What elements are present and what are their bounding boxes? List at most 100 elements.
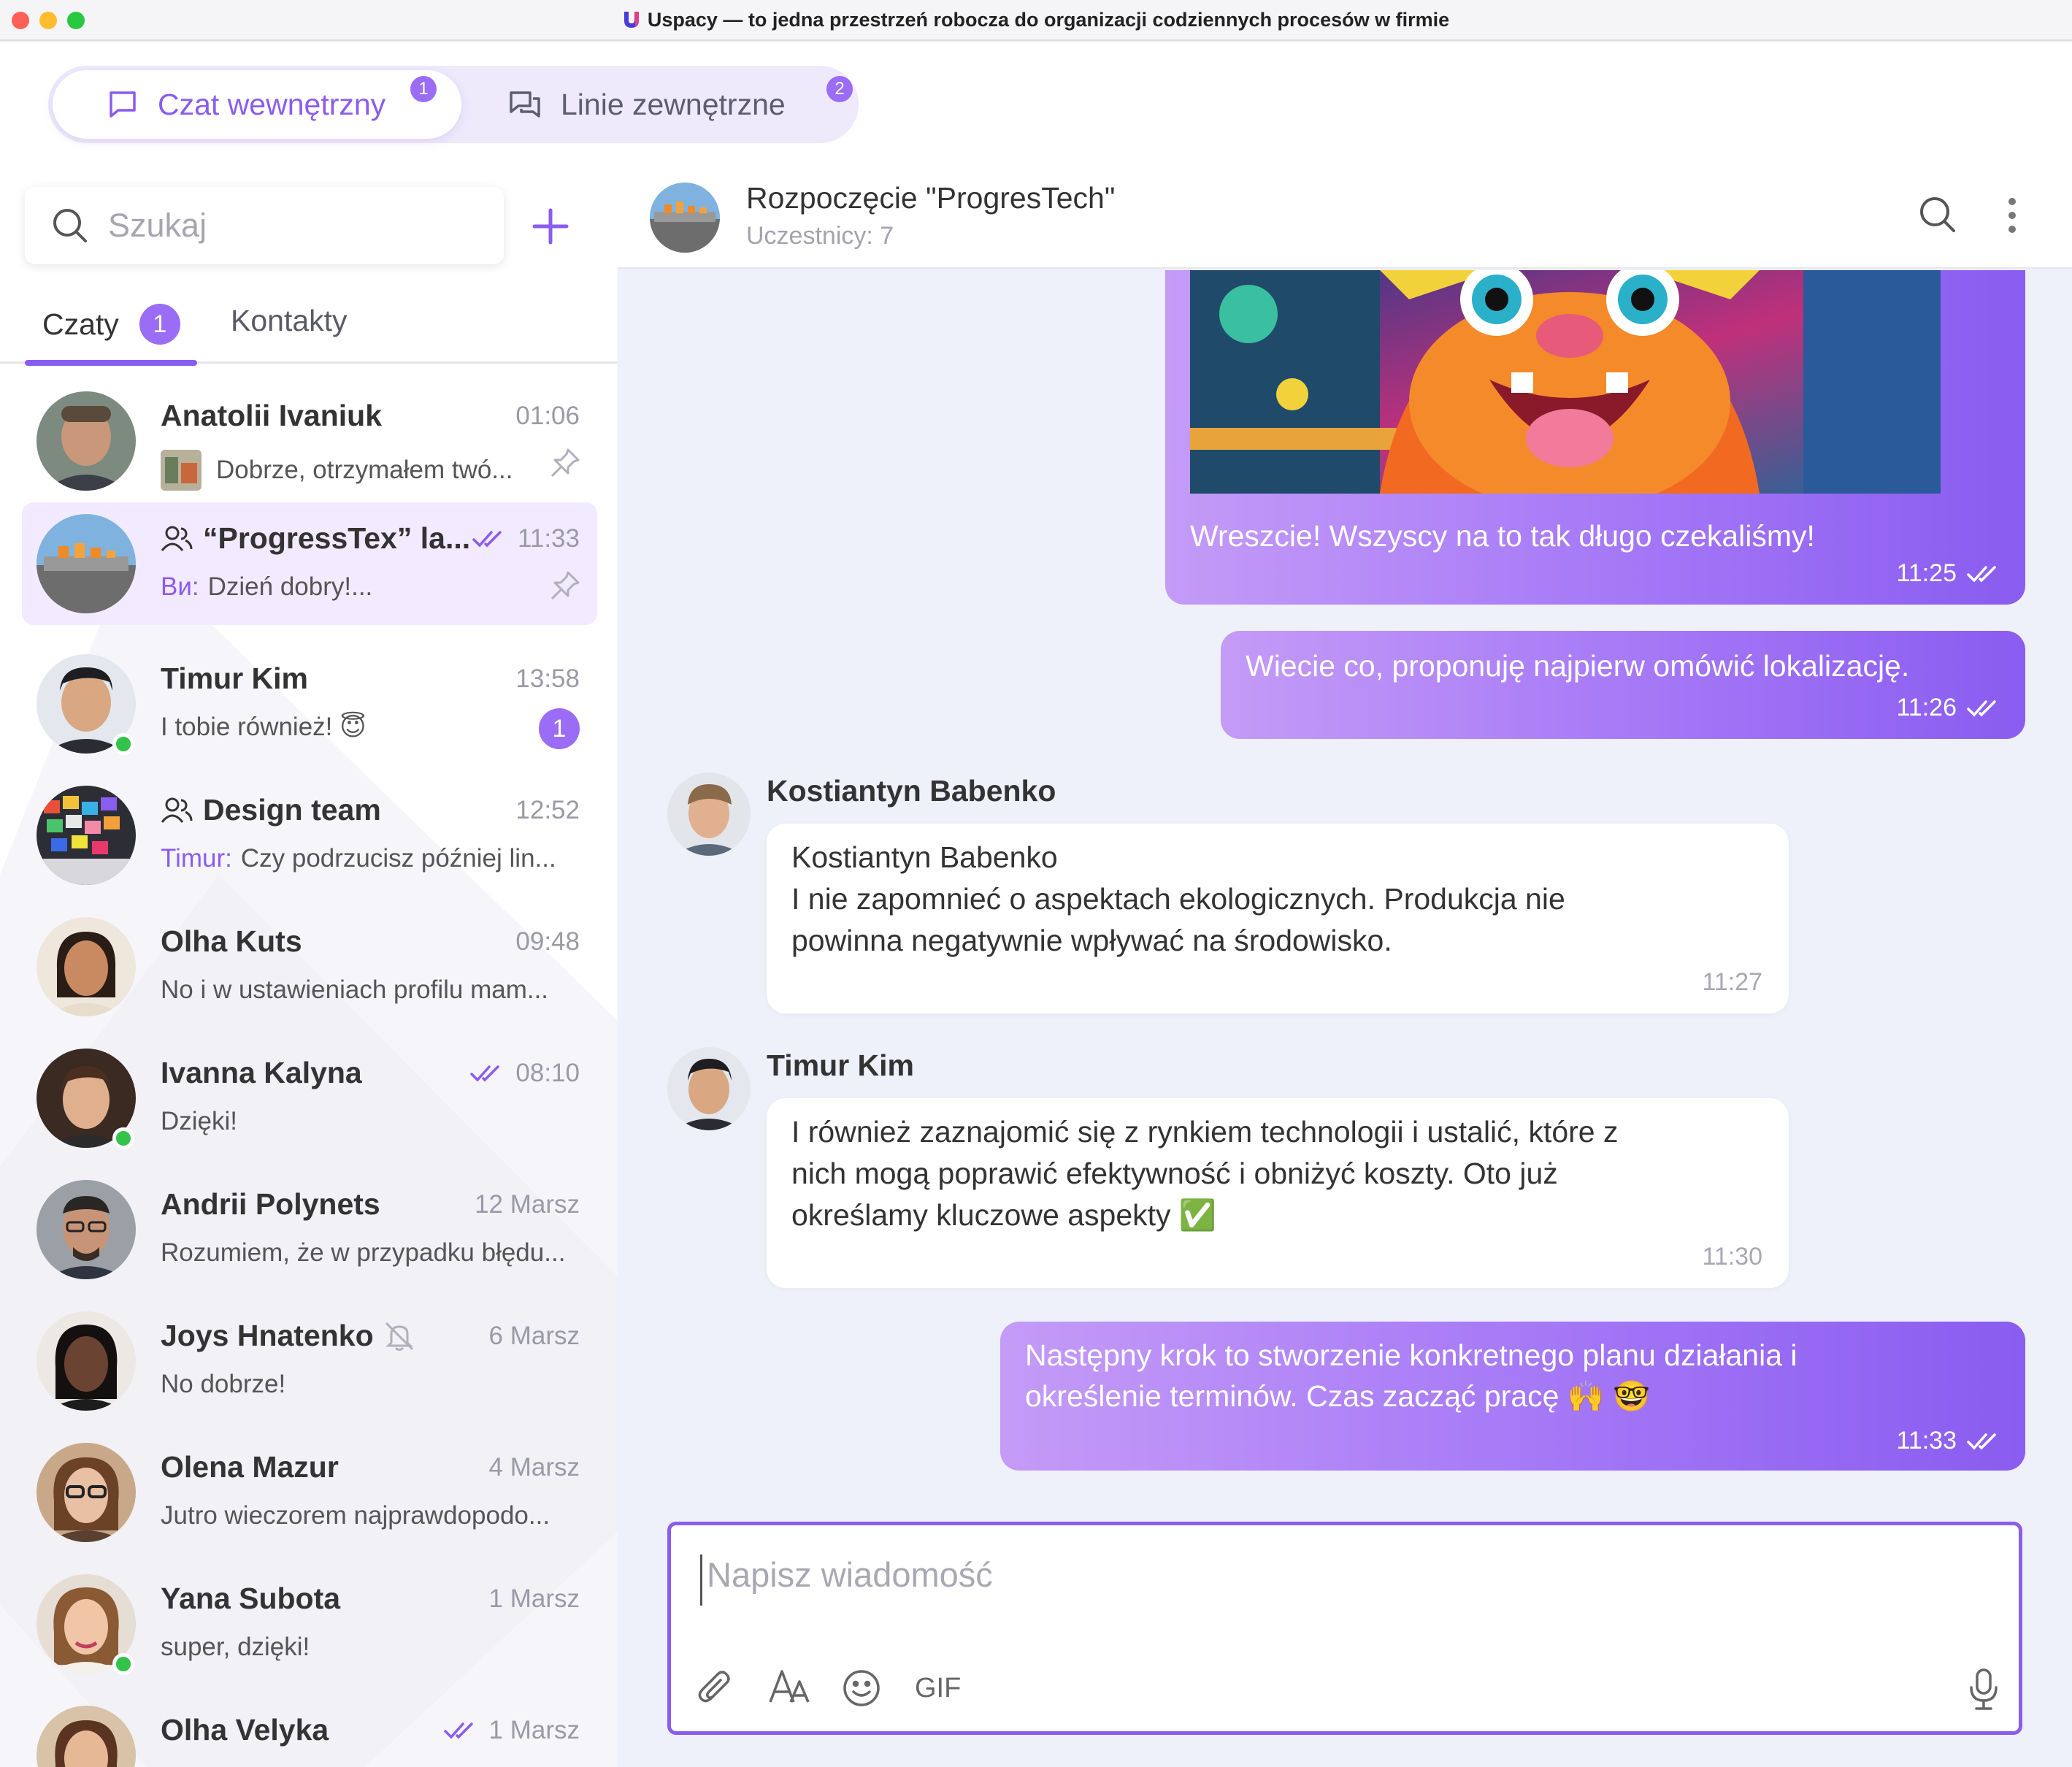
chat-list-item[interactable]: Design team 12:52 Timur: Czy podrzucisz … (22, 774, 597, 897)
sender-avatar[interactable] (667, 773, 751, 856)
tab-external-lines-label: Linie zewnętrzne (561, 87, 786, 121)
chat-name: Anatolii Ivaniuk (161, 399, 382, 432)
chat-preview-text: No i w ustawieniach profilu mam... (161, 976, 549, 1004)
search-input[interactable] (108, 207, 473, 245)
chat-list-item[interactable]: Olena Mazur 4 Marsz Jutro wieczorem najp… (22, 1431, 597, 1554)
avatar (37, 786, 136, 885)
gif-button[interactable]: GIF (915, 1668, 961, 1708)
attach-button[interactable] (696, 1668, 735, 1708)
message-image[interactable] (1190, 270, 1941, 494)
chat-name: “ProgressTex” la... (161, 521, 470, 556)
chat-preview: Dzięki! (161, 1107, 237, 1136)
chat-time-text: 12:52 (515, 796, 580, 824)
active-tab-indicator (25, 360, 197, 366)
chat-preview-text: Czy podrzucisz później lin... (240, 844, 556, 873)
chat-search-button[interactable] (1917, 194, 1958, 239)
chat-list-item-selected[interactable]: “ProgressTex” la... 11:33 Ви: Dzień dobr… (22, 502, 597, 625)
chat-list-item[interactable]: Yana Subota 1 Marsz super, dzięki! (22, 1563, 597, 1685)
double-check-icon (1967, 1433, 1996, 1450)
sender-avatar[interactable] (667, 1047, 751, 1130)
chat-preview: super, dzięki! (161, 1633, 310, 1662)
chats-unread-badge: 1 (139, 304, 180, 345)
chat-preview-text: Jutro wieczorem najprawdopodo... (161, 1501, 550, 1530)
smiley-icon (843, 1670, 880, 1706)
message-input[interactable] (700, 1555, 1941, 1606)
tab-external-lines[interactable]: Linie zewnętrzne (501, 70, 851, 139)
chat-preview-text: Dobrze, otrzymałem twó... (216, 456, 513, 484)
close-window-button[interactable] (12, 12, 29, 29)
sidebar-tabs: Czaty 1 Kontakty (0, 283, 618, 366)
more-options-button[interactable] (2005, 197, 2019, 237)
message-composer: GIF (667, 1522, 2022, 1735)
window-title-text: Uspacy — to jedna przestrzeń robocza do … (647, 8, 1450, 31)
message-line: I również zaznajomić się z rynkiem techn… (791, 1115, 1619, 1149)
message-list: Wreszcie! Wszyscy na to tak długo czekal… (618, 270, 2072, 1511)
chat-time-text: 4 Marsz (488, 1453, 580, 1482)
chat-time: 12:52 (515, 796, 580, 825)
more-vertical-icon (2008, 198, 2016, 233)
message-meta: 11:25 (1896, 559, 1999, 588)
chat-participants[interactable]: Uczestnicy: 7 (746, 222, 894, 250)
incoming-message: I również zaznajomić się z rynkiem techn… (767, 1098, 1789, 1288)
chat-list-item[interactable]: Olha Kuts 09:48 No i w ustawieniach prof… (22, 905, 597, 1028)
avatar (37, 1706, 136, 1767)
message-line: określamy kluczowe aspekty ✅ (791, 1198, 1216, 1232)
chat-list-item[interactable]: Joys Hnatenko 6 Marsz No dobrze! (22, 1300, 597, 1422)
chat-name: Yana Subota (161, 1582, 341, 1615)
chat-list-item[interactable]: Andrii Polynets 12 Marsz Rozumiem, że w … (22, 1168, 597, 1291)
voice-message-button[interactable] (1969, 1668, 1998, 1711)
double-check-icon (1967, 565, 1996, 583)
chat-preview: Dobrze, otrzymałem twó... (161, 450, 513, 491)
message-line: I nie zapomnieć o aspektach ekologicznyc… (791, 882, 1565, 916)
pin-icon (550, 571, 580, 600)
chat-time: 11:33 (472, 524, 580, 553)
tab-internal-chat[interactable]: Czat wewnętrzny (53, 70, 461, 139)
chat-list-item[interactable]: Olha Velyka 1 Marsz (22, 1694, 597, 1767)
tab-contacts[interactable]: Kontakty (231, 304, 348, 338)
top-nav-bar: Czat wewnętrzny 1 Linie zewnętrzne 2 (0, 42, 2072, 166)
chat-time-text: 09:48 (515, 927, 580, 956)
chat-title[interactable]: Rozpoczęcie "ProgresTech" (746, 181, 1115, 215)
unread-count-badge: 1 (539, 708, 580, 749)
plus-icon (532, 208, 569, 245)
paperclip-icon (698, 1671, 730, 1703)
outgoing-message: Następny krok to stworzenie konkretnego … (1000, 1322, 2025, 1471)
message-time: 11:25 (1896, 559, 1957, 587)
chat-time: 13:58 (515, 664, 580, 694)
chat-list-item[interactable]: Timur Kim 13:58 I tobie również! 😇 1 (22, 643, 597, 765)
minimize-window-button[interactable] (39, 12, 57, 29)
emoji-button[interactable] (842, 1668, 881, 1708)
chat-preview: No i w ustawieniach profilu mam... (161, 976, 548, 1005)
chat-bubble-icon (110, 91, 136, 118)
preview-sender: Ви: (161, 572, 199, 601)
chat-bubbles-icon (510, 91, 540, 118)
sender-name: Kostiantyn Babenko (767, 774, 1056, 808)
chat-avatar[interactable] (650, 183, 720, 253)
chat-list-item[interactable]: Anatolii Ivaniuk 01:06 Dobrze, otrzymałe… (22, 380, 597, 502)
double-check-icon (443, 1722, 473, 1739)
new-chat-button[interactable] (527, 203, 574, 250)
avatar (37, 391, 136, 491)
image-thumbnail-icon (161, 450, 202, 491)
zoom-window-button[interactable] (67, 12, 85, 29)
window-title: Uspacy — to jedna przestrzeń robocza do … (623, 9, 1449, 31)
chat-name-text: Joys Hnatenko (161, 1319, 374, 1352)
chat-preview-text: Dzięki! (161, 1107, 238, 1135)
chat-time-text: 12 Marsz (475, 1190, 580, 1219)
text-format-button[interactable] (769, 1668, 811, 1705)
message-text: Kostiantyn Babenko I nie zapomnieć o asp… (791, 837, 1565, 962)
chat-preview: I tobie również! 😇 (161, 713, 367, 742)
outgoing-message: Wreszcie! Wszyscy na to tak długo czekal… (1165, 270, 2025, 605)
chat-time: 08:10 (470, 1059, 580, 1088)
group-icon (161, 526, 193, 551)
chat-list-item[interactable]: Ivanna Kalyna 08:10 Dzięki! (22, 1037, 597, 1160)
tab-chats[interactable]: Czaty 1 (42, 304, 180, 345)
double-check-icon (470, 1065, 500, 1082)
message-line: powinna negatywnie wpływać na środowisko… (791, 924, 1392, 957)
chat-name: Olha Velyka (161, 1713, 329, 1747)
tab-internal-chat-label: Czat wewnętrzny (158, 87, 386, 121)
chat-time-text: 6 Marsz (488, 1322, 580, 1350)
message-line: określenie terminów. Czas zacząć pracę 🙌… (1025, 1379, 1651, 1413)
avatar (37, 917, 136, 1016)
chat-sidebar: Czaty 1 Kontakty Anatolii Ivaniuk 01:06 … (0, 166, 618, 1767)
